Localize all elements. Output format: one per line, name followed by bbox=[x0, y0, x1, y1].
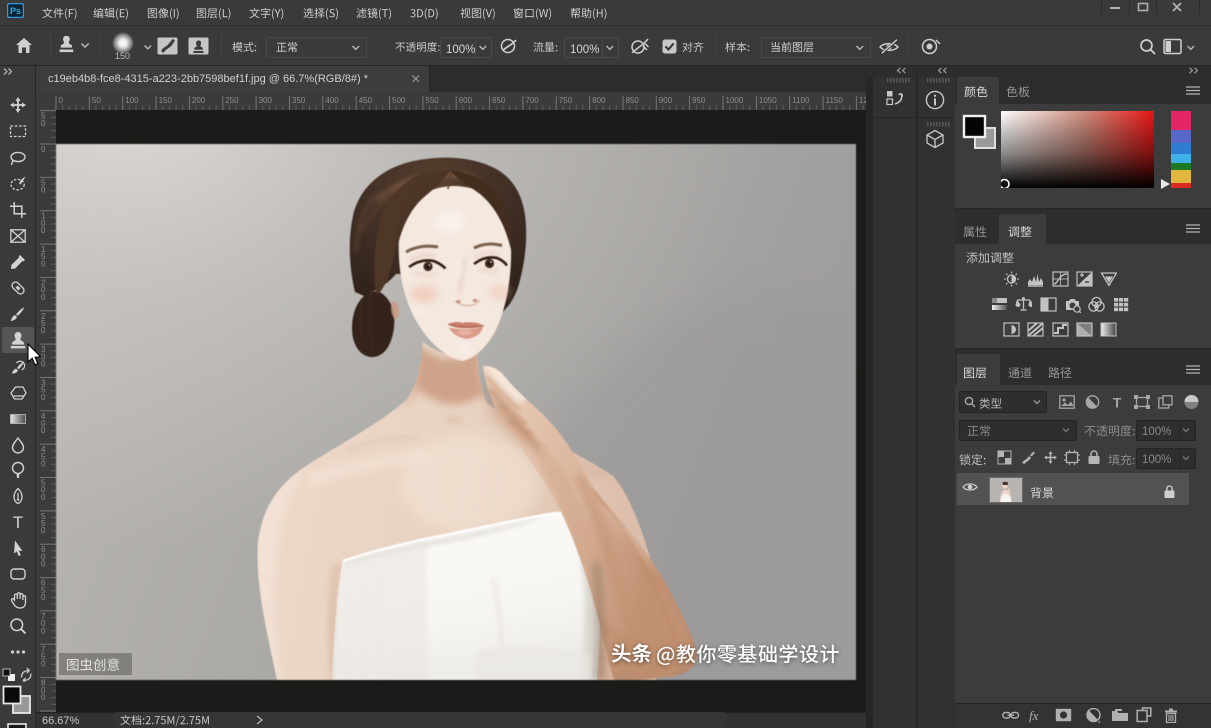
svg-text:850: 850 bbox=[626, 96, 640, 105]
svg-text:0: 0 bbox=[41, 426, 46, 435]
svg-text:200: 200 bbox=[192, 96, 206, 105]
svg-text:1000: 1000 bbox=[726, 96, 744, 105]
svg-text:150: 150 bbox=[159, 96, 173, 105]
svg-text:0: 0 bbox=[59, 96, 64, 105]
svg-text:0: 0 bbox=[41, 145, 46, 154]
svg-text:800: 800 bbox=[592, 96, 606, 105]
svg-text:0: 0 bbox=[41, 186, 46, 195]
svg-text:0: 0 bbox=[41, 226, 46, 235]
svg-text:0: 0 bbox=[41, 626, 46, 635]
svg-text:250: 250 bbox=[225, 96, 239, 105]
svg-text:0: 0 bbox=[41, 660, 46, 669]
svg-text:50: 50 bbox=[92, 96, 101, 105]
svg-text:0: 0 bbox=[41, 326, 46, 335]
svg-text:600: 600 bbox=[459, 96, 473, 105]
svg-text:0: 0 bbox=[41, 493, 46, 502]
svg-text:1050: 1050 bbox=[759, 96, 777, 105]
svg-text:750: 750 bbox=[559, 96, 573, 105]
svg-text:400: 400 bbox=[325, 96, 339, 105]
svg-text:Ps: Ps bbox=[10, 6, 21, 16]
svg-text:450: 450 bbox=[359, 96, 373, 105]
svg-text:0: 0 bbox=[41, 693, 46, 702]
svg-text:0: 0 bbox=[41, 560, 46, 569]
svg-text:0: 0 bbox=[41, 460, 46, 469]
svg-text:fx: fx bbox=[1029, 708, 1039, 723]
svg-text:900: 900 bbox=[659, 96, 673, 105]
svg-text:100: 100 bbox=[125, 96, 139, 105]
svg-text:0: 0 bbox=[41, 526, 46, 535]
svg-text:0: 0 bbox=[41, 119, 46, 128]
svg-text:T: T bbox=[13, 513, 23, 531]
svg-text:0: 0 bbox=[41, 593, 46, 602]
svg-text:0: 0 bbox=[41, 260, 46, 269]
svg-text:500: 500 bbox=[392, 96, 406, 105]
svg-text:T: T bbox=[1113, 395, 1122, 409]
svg-text:1100: 1100 bbox=[792, 96, 810, 105]
svg-text:0: 0 bbox=[41, 393, 46, 402]
svg-text:950: 950 bbox=[692, 96, 706, 105]
svg-text:350: 350 bbox=[292, 96, 306, 105]
svg-text:300: 300 bbox=[259, 96, 273, 105]
svg-text:0: 0 bbox=[41, 293, 46, 302]
svg-text:1200: 1200 bbox=[859, 96, 866, 105]
svg-text:1150: 1150 bbox=[826, 96, 844, 105]
svg-text:700: 700 bbox=[525, 96, 539, 105]
svg-text:650: 650 bbox=[492, 96, 506, 105]
svg-text:550: 550 bbox=[425, 96, 439, 105]
